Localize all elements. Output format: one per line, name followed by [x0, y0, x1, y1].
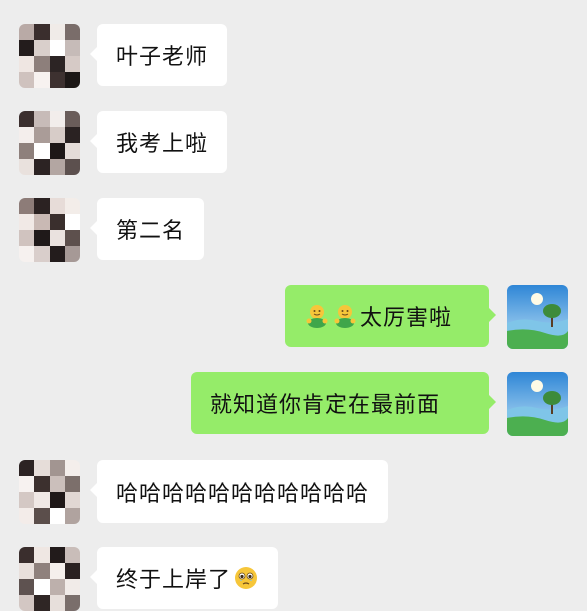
message-text: 第二名: [116, 219, 186, 244]
message-row: 就知道你肯定在最前面: [0, 372, 587, 436]
avatar[interactable]: [19, 198, 80, 262]
message-text: 哈哈哈哈哈哈哈哈哈哈哈: [116, 481, 370, 507]
hug-emoji-icon: [306, 305, 328, 328]
message-bubble[interactable]: 终于上岸了: [89, 547, 279, 609]
message-text: 我考上啦: [116, 132, 209, 157]
message-row: 叶子老师: [0, 24, 587, 88]
hug-emoji-icon: [334, 305, 356, 328]
message-bubble[interactable]: 叶子老师: [89, 24, 228, 86]
landscape-avatar-image: [507, 285, 568, 349]
avatar[interactable]: [19, 24, 80, 88]
message-row: 第二名: [0, 198, 587, 262]
avatar[interactable]: [19, 547, 80, 611]
message-text: 终于上岸了: [116, 568, 232, 593]
avatar[interactable]: [507, 285, 568, 349]
message-row: 太厉害啦: [0, 285, 587, 349]
message-bubble[interactable]: 第二名: [89, 198, 205, 260]
avatar[interactable]: [507, 372, 568, 436]
message-bubble[interactable]: 我考上啦: [89, 111, 228, 173]
message-row: 我考上啦: [0, 111, 587, 175]
avatar[interactable]: [19, 111, 80, 175]
teary-eyes-emoji-icon: [235, 567, 258, 589]
message-text: 叶子老师: [116, 45, 209, 70]
message-text: 太厉害啦: [360, 306, 453, 331]
landscape-avatar-image: [507, 372, 568, 436]
message-row: 哈哈哈哈哈哈哈哈哈哈哈: [0, 460, 587, 524]
avatar[interactable]: [19, 460, 80, 524]
message-bubble[interactable]: 就知道你肯定在最前面: [191, 372, 496, 434]
message-bubble[interactable]: 太厉害啦: [285, 285, 496, 347]
message-row: 终于上岸了: [0, 547, 587, 611]
message-text: 就知道你肯定在最前面: [210, 393, 441, 418]
message-bubble[interactable]: 哈哈哈哈哈哈哈哈哈哈哈: [89, 460, 389, 523]
